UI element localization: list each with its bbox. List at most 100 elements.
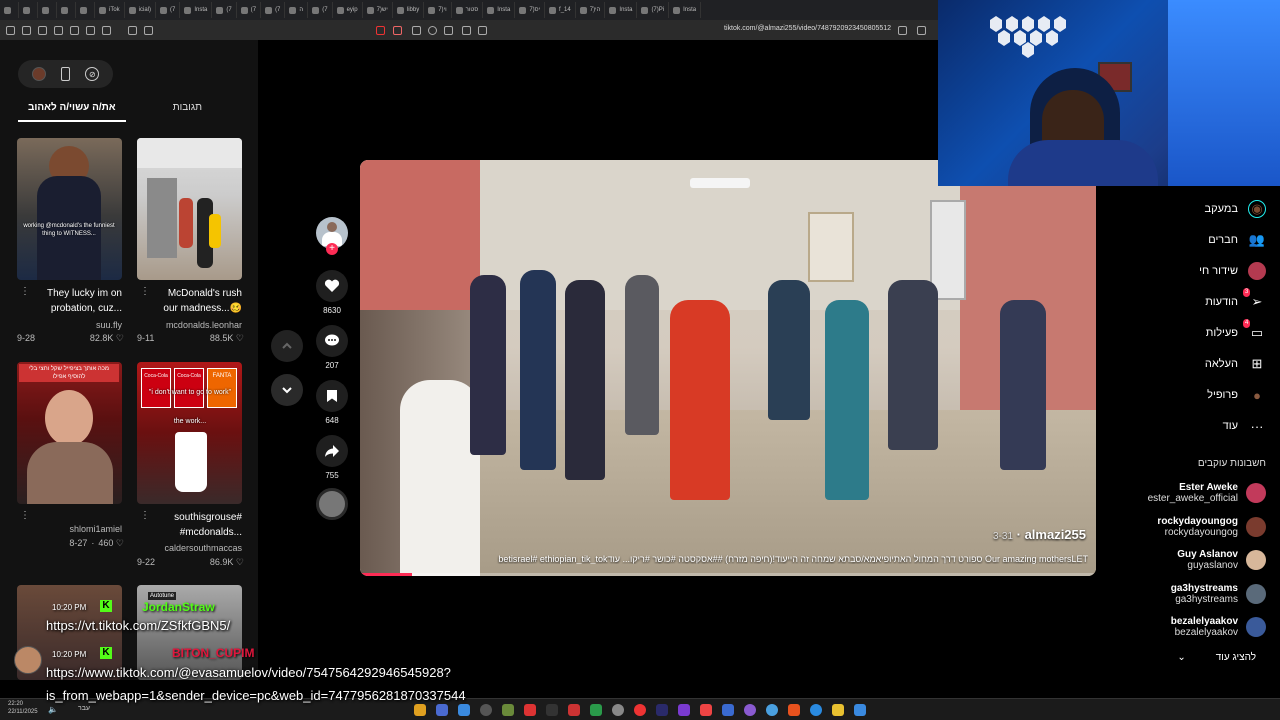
install-icon[interactable] — [444, 25, 453, 35]
music-disc-icon[interactable] — [316, 488, 348, 520]
language-indicator[interactable]: עבר — [78, 705, 90, 712]
edge-icon[interactable] — [810, 704, 822, 716]
video-thumbnail[interactable]: מכה אותך בציפייל שקל וחצי בלי להוסיף אפי… — [17, 362, 122, 504]
cast-icon[interactable] — [462, 25, 471, 35]
browser-tab[interactable]: libby — [393, 2, 425, 18]
edit-icon[interactable] — [38, 25, 47, 35]
music-icon[interactable] — [86, 25, 95, 35]
card-username[interactable]: mcdonalds.leonhar — [135, 320, 242, 330]
browser-tab[interactable]: Insta — [483, 2, 516, 18]
browser-tab[interactable] — [19, 2, 38, 18]
app-icon[interactable] — [678, 704, 690, 716]
audio-icon[interactable] — [478, 25, 487, 35]
compass-icon[interactable]: ⊘ — [85, 67, 100, 81]
following-account[interactable]: Ester Aweke ester_aweke_official — [1148, 478, 1266, 508]
video-thumbnail[interactable]: working @mcdonald's the funniest thing t… — [17, 138, 122, 280]
volume-icon[interactable]: 🔈 — [48, 705, 58, 714]
app-icon[interactable] — [590, 704, 602, 716]
next-video-button[interactable] — [271, 374, 303, 406]
browser-tab[interactable]: f_14 — [545, 2, 576, 18]
mobile-icon[interactable] — [60, 67, 70, 81]
video-caption[interactable]: Our amazing mothers‬‬LET ספורט דרך המחול… — [368, 554, 1088, 564]
sidebar-item-following-avatar[interactable]: ◉ במעקב — [1205, 197, 1266, 221]
browser-tab[interactable]: icial) — [125, 2, 157, 18]
video-thumbnail[interactable] — [137, 138, 242, 280]
reader-icon[interactable] — [54, 25, 63, 35]
comment-action[interactable]: 207 — [316, 325, 348, 370]
zoom-icon[interactable] — [428, 25, 437, 35]
chat-message[interactable]: https://vt.tiktok.com/ZSfkfGBN5/ — [46, 618, 230, 633]
bookmark-page-icon[interactable] — [917, 25, 926, 35]
card-title[interactable]: They lucky im on probation, cuz... — [15, 286, 122, 316]
sidebar-item-live[interactable]: ◍ שידור חי — [1199, 259, 1266, 283]
browser-tab[interactable]: Insta — [605, 2, 638, 18]
browser-tab[interactable]: סטור — [452, 2, 484, 18]
sidebar-item-upload[interactable]: ⊞ העלאה — [1205, 352, 1266, 376]
show-more-button[interactable]: להציג עוד ⌄ — [1177, 652, 1256, 663]
tab-comments[interactable]: תגובות — [163, 98, 212, 122]
browser-tab[interactable]: (7)Pi — [637, 2, 670, 18]
video-username[interactable]: almazi255 — [1025, 527, 1086, 542]
app-icon[interactable] — [458, 704, 470, 716]
browser-tab[interactable]: (7 — [212, 2, 237, 18]
app-icon[interactable] — [656, 704, 668, 716]
sidebar-item-messages[interactable]: ➢ 3 הודעות — [1205, 288, 1266, 314]
app-icon[interactable] — [480, 704, 492, 716]
app-icon[interactable] — [524, 704, 536, 716]
app-icon[interactable] — [766, 704, 778, 716]
menu-icon[interactable] — [6, 25, 15, 35]
browser-tab[interactable] — [57, 2, 76, 18]
app-icon[interactable] — [414, 704, 426, 716]
tab-you-may-like[interactable]: את/ה עשוי/ה לאהוב — [18, 98, 126, 122]
save-action[interactable]: 648 — [316, 380, 348, 425]
app-icon[interactable] — [436, 704, 448, 716]
browser-tab[interactable]: (7 — [237, 2, 262, 18]
shield-icon[interactable] — [22, 25, 31, 35]
sidebar-item-profile[interactable]: ● פרופיל — [1207, 383, 1266, 407]
following-account[interactable]: ga3hystreams ga3hystreams — [1171, 579, 1266, 609]
browser-tab[interactable]: (7 — [308, 2, 333, 18]
like-action[interactable]: 8630 — [316, 270, 348, 315]
app-icon[interactable] — [722, 704, 734, 716]
browser-tab[interactable]: (7 — [261, 2, 286, 18]
translate-icon[interactable] — [412, 25, 421, 35]
address-bar[interactable]: tiktok.com/@almazi255/video/748792092345… — [724, 25, 891, 32]
video-progress-bar[interactable] — [360, 573, 1096, 576]
sidebar-item-friends[interactable]: 👥 חברים — [1208, 228, 1266, 252]
browser-tab[interactable]: וי(7 — [424, 2, 452, 18]
video-author[interactable]: 3-31 · almazi255 — [993, 527, 1086, 542]
browser-tab[interactable]: eyip — [333, 2, 363, 18]
following-account[interactable]: bezalelyaakov bezalelyaakov — [1171, 612, 1266, 642]
browser-tab[interactable] — [76, 2, 95, 18]
app-icon[interactable] — [634, 704, 646, 716]
browser-tab[interactable]: יש(7 — [363, 2, 393, 18]
chat-message-continued[interactable]: is_from_webapp=1&sender_device=pc&web_id… — [46, 688, 466, 703]
card-username[interactable]: caldersouthmaccas — [135, 543, 242, 553]
video-thumbnail[interactable]: Coca-Cola Coca-Cola FANTA "i don't want … — [137, 362, 242, 504]
browser-tab[interactable]: יס(7 — [515, 2, 546, 18]
app-icon[interactable] — [744, 704, 756, 716]
chat-icon[interactable] — [144, 25, 153, 35]
follow-plus-icon[interactable]: + — [326, 243, 338, 255]
app-icon[interactable] — [700, 704, 712, 716]
bookmark-icon[interactable] — [70, 25, 79, 35]
screenshot-icon[interactable] — [128, 25, 137, 35]
card-title[interactable]: southisgrouse# #mcdonalds... — [135, 510, 242, 540]
chat-message[interactable]: https://www.tiktok.com/@evasamuelov/vide… — [46, 665, 451, 680]
share-icon[interactable] — [898, 25, 907, 35]
more-options-icon[interactable]: ⋮ — [20, 510, 30, 521]
taskbar-clock[interactable]: 22:20 22/11/2025 — [8, 700, 38, 716]
card-username[interactable]: shlomi1amiel — [15, 524, 122, 534]
following-account[interactable]: Guy Aslanov guyaslanov — [1177, 545, 1266, 575]
folder-icon[interactable] — [832, 704, 844, 716]
app-icon[interactable] — [612, 704, 624, 716]
previous-video-button[interactable] — [271, 330, 303, 362]
browser-tab[interactable] — [0, 2, 19, 18]
app-icon[interactable] — [568, 704, 580, 716]
card-title[interactable]: McDonald's rush our madness...🥴 — [135, 286, 242, 316]
app-icon[interactable] — [502, 704, 514, 716]
following-account[interactable]: rockydayoungog rockydayoungog — [1157, 512, 1266, 542]
share-action[interactable]: 755 — [316, 435, 348, 480]
browser-tab[interactable]: הי(7 — [576, 2, 606, 18]
browser-tab[interactable]: Insta — [180, 2, 213, 18]
